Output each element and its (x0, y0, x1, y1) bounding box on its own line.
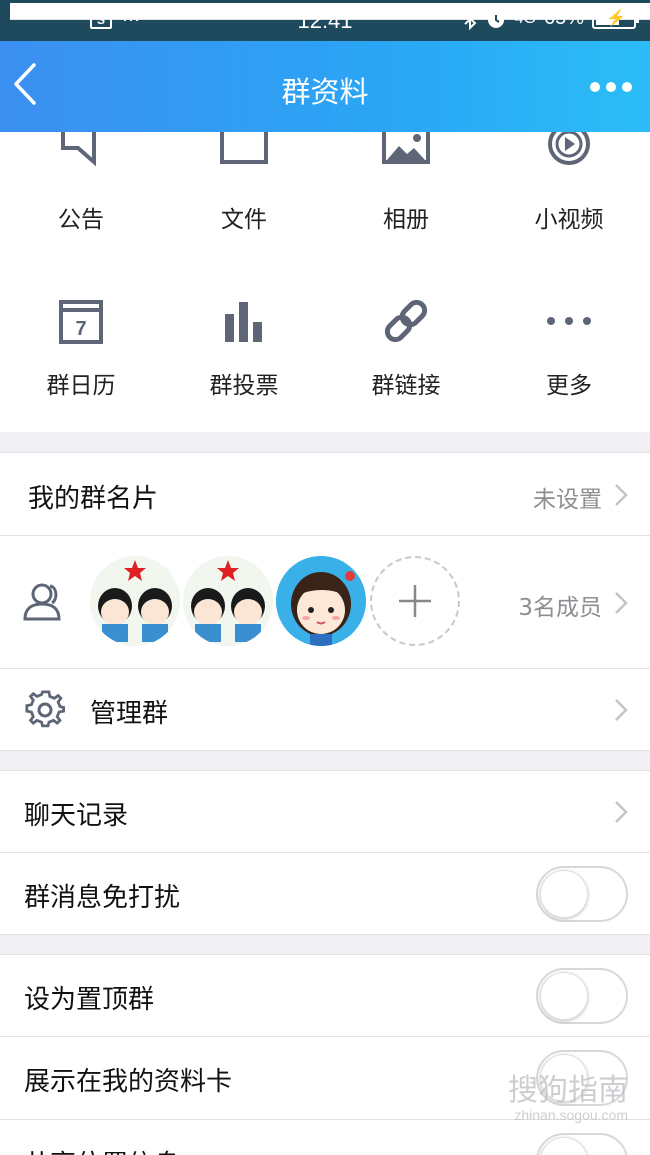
group-card-row[interactable]: 我的群名片 未设置 (0, 452, 650, 536)
mute-row: 群消息免打扰 (0, 853, 650, 935)
members-row[interactable]: 3名成员 (0, 536, 650, 669)
member-avatar[interactable] (183, 556, 273, 646)
video-icon (548, 132, 590, 165)
more-dots-icon (547, 317, 591, 325)
bar-chart-icon (225, 302, 262, 342)
page-title: 群资料 (281, 75, 369, 109)
battery-percent: 65% (543, 7, 584, 29)
feature-files[interactable]: 文件 (163, 132, 325, 234)
feature-more[interactable]: 更多 (488, 296, 650, 400)
share-location-toggle[interactable] (536, 1133, 628, 1155)
battery-icon: ⚡ (592, 8, 639, 29)
member-count: 3名成员 (518, 595, 602, 621)
feature-short-video[interactable]: 小视频 (488, 132, 650, 234)
mute-toggle[interactable] (536, 866, 628, 922)
group-card-label: 我的群名片 (28, 484, 159, 514)
manage-group-row[interactable]: 管理群 (0, 669, 650, 751)
feature-vote[interactable]: 群投票 (163, 296, 325, 400)
feature-label: 公告 (58, 207, 104, 233)
mute-label: 群消息免打扰 (24, 883, 181, 913)
pin-label: 设为置顶群 (24, 985, 155, 1015)
member-avatar[interactable] (90, 556, 180, 646)
folder-icon (220, 132, 268, 164)
feature-grid: 公告 文件 相册 小视频 7 群日历 群投票 群链接 更多 (0, 132, 650, 432)
members-icon (23, 583, 61, 621)
megaphone-icon (61, 132, 96, 167)
feature-label: 文件 (221, 207, 267, 233)
feature-label: 群投票 (209, 373, 279, 399)
pin-toggle[interactable] (536, 968, 628, 1024)
show-on-card-label: 展示在我的资料卡 (24, 1067, 233, 1097)
feature-label: 群日历 (46, 373, 116, 399)
feature-label: 小视频 (534, 207, 604, 233)
watermark-url: zhinan.sogou.com (514, 1107, 628, 1123)
watermark: 搜狗指南 zhinan.sogou.com (508, 1065, 628, 1123)
photo-album-icon (382, 132, 430, 164)
feature-link[interactable]: 群链接 (325, 296, 487, 400)
calendar-icon: 7 (59, 300, 103, 344)
share-location-label: 共享位置信息 (24, 1144, 180, 1155)
network-label-right: 4G (514, 9, 536, 27)
add-member-button[interactable] (370, 556, 460, 646)
alarm-icon (486, 8, 506, 28)
chat-history-row[interactable]: 聊天记录 (0, 770, 650, 853)
more-options-button[interactable] (590, 77, 634, 97)
feature-album[interactable]: 相册 (325, 132, 487, 234)
member-avatar[interactable] (276, 556, 366, 646)
plus-icon (399, 585, 431, 617)
feature-label: 群链接 (371, 373, 441, 399)
gear-icon (25, 690, 65, 728)
bluetooth-icon (463, 7, 477, 30)
pin-row: 设为置顶群 (0, 954, 650, 1037)
chevron-right-icon (615, 592, 628, 614)
title-bar: 群资料 (0, 41, 650, 132)
chat-history-label: 聊天记录 (24, 801, 129, 831)
manage-group-label: 管理群 (90, 699, 169, 729)
feature-announcement[interactable]: 公告 (0, 132, 162, 234)
link-icon (384, 299, 428, 343)
calendar-day: 7 (75, 318, 86, 340)
charging-icon: ⚡ (606, 9, 626, 27)
feature-label: 更多 (546, 373, 592, 399)
watermark-text: 搜狗指南 (508, 1074, 628, 1107)
status-bar: 4G 2G S ··· 12:41 4G 65% ⚡ (0, 0, 650, 41)
feature-label: 相册 (383, 207, 429, 233)
share-location-row: 共享位置信息 (0, 1120, 650, 1155)
chevron-right-icon (615, 699, 628, 721)
chevron-right-icon (615, 484, 628, 506)
feature-calendar[interactable]: 7 群日历 (0, 296, 162, 400)
chevron-right-icon (615, 801, 628, 823)
group-card-value: 未设置 (533, 487, 602, 513)
